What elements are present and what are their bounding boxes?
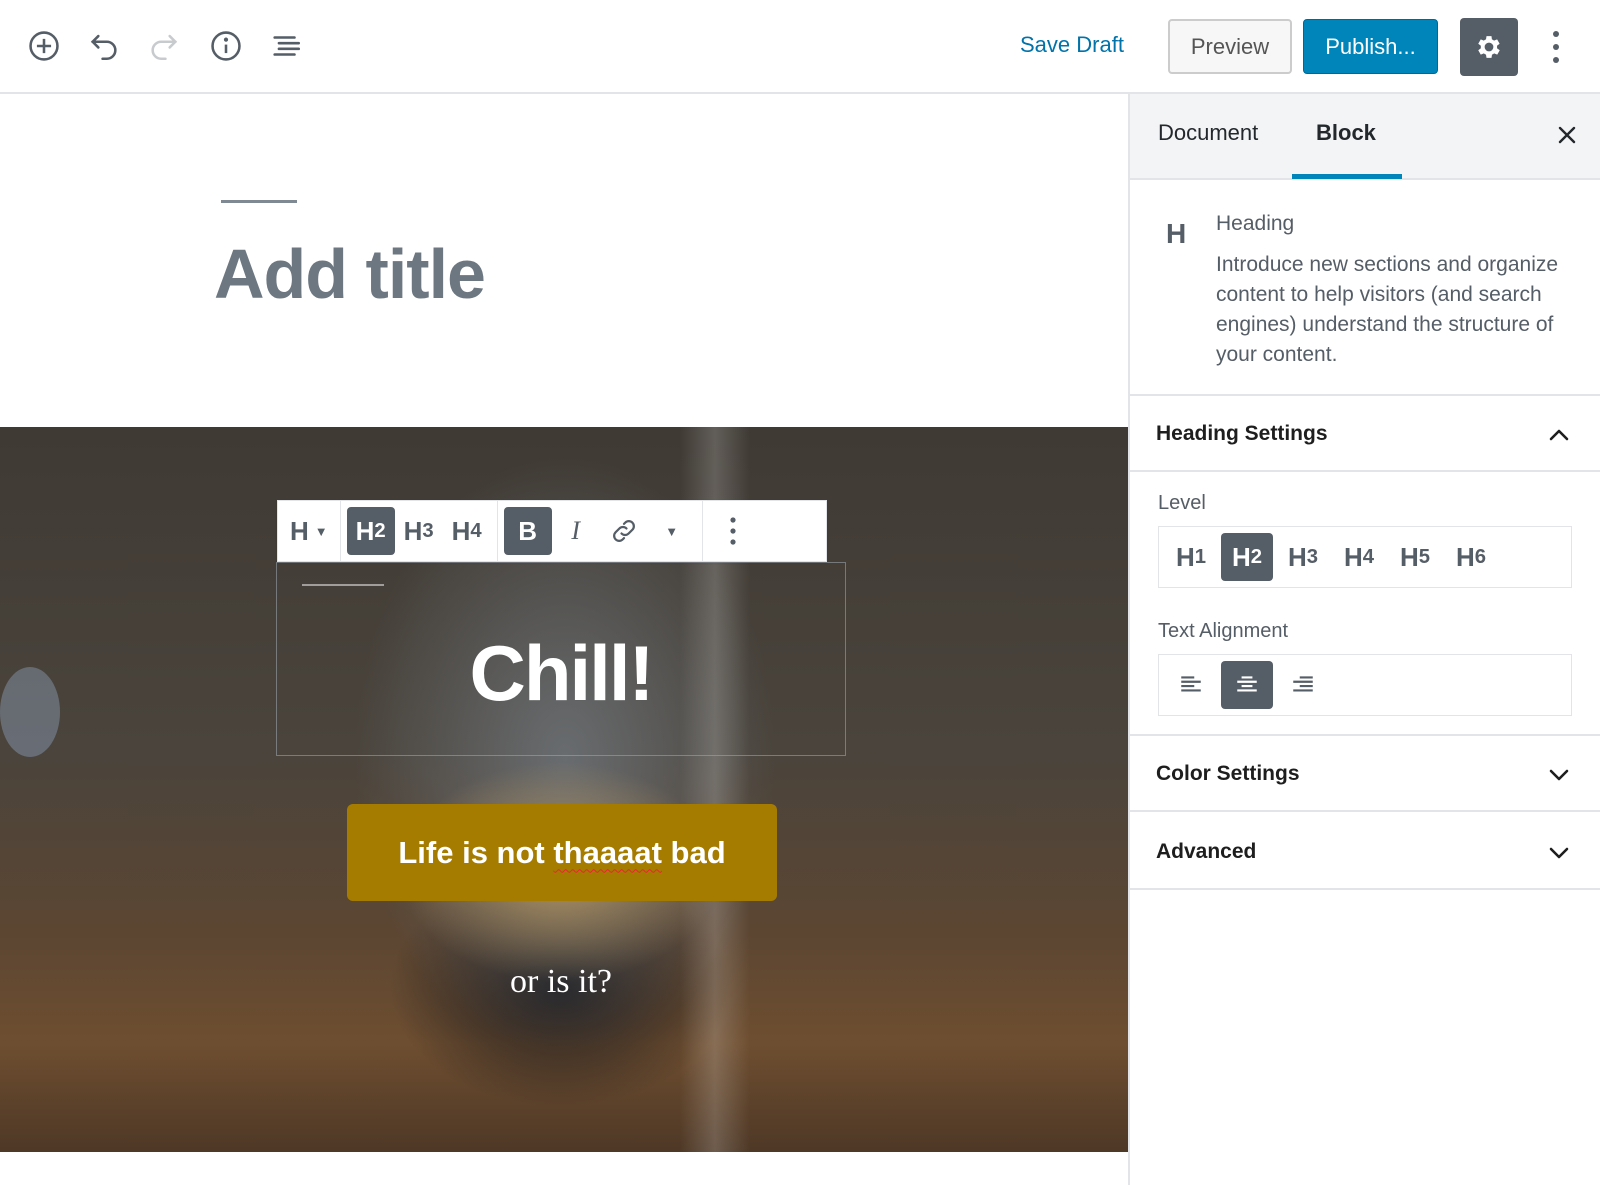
advanced-title: Advanced <box>1156 840 1257 863</box>
color-settings-panel-toggle[interactable]: Color Settings <box>1130 736 1600 812</box>
toolbar-h2-button[interactable]: H2 <box>346 507 395 555</box>
plus-circle-icon[interactable] <box>24 26 64 66</box>
save-draft-button[interactable]: Save Draft <box>1020 32 1124 58</box>
level-h2-button[interactable]: H2 <box>1221 533 1273 581</box>
redo-icon[interactable] <box>144 26 184 66</box>
active-tab-indicator <box>1292 174 1402 179</box>
editor-header: Save Draft Preview Publish... <box>0 0 1600 94</box>
align-center-button[interactable] <box>1221 661 1273 709</box>
text-alignment-label: Text Alignment <box>1158 620 1289 642</box>
sidebar-tabs: Document Block <box>1130 94 1600 180</box>
toolbar-h4-button[interactable]: H4 <box>443 507 491 555</box>
format-group: B I ▼ <box>498 501 703 561</box>
undo-icon[interactable] <box>84 26 124 66</box>
text-alignment-selector <box>1158 654 1572 716</box>
heading-block-icon: H <box>1166 218 1187 249</box>
heading-level-selector: H1 H2 H3 H4 H5 H6 <box>1158 526 1572 588</box>
tab-document[interactable]: Document <box>1158 120 1258 146</box>
cover-button[interactable]: Life is not thaaaat bad <box>347 804 777 901</box>
heading-settings-title: Heading Settings <box>1156 422 1328 445</box>
level-h3-button[interactable]: H3 <box>1277 533 1329 581</box>
heading-settings-panel-toggle[interactable]: Heading Settings <box>1130 396 1600 472</box>
cover-button-text-prefix: Life is not <box>398 834 554 870</box>
align-left-button[interactable] <box>1165 661 1217 709</box>
advanced-panel-toggle[interactable]: Advanced <box>1130 814 1600 890</box>
chevron-down-icon <box>1542 758 1576 792</box>
preview-button[interactable]: Preview <box>1168 19 1292 74</box>
settings-sidebar: Document Block H Heading Introduce new s… <box>1128 94 1600 1185</box>
level-h4-button[interactable]: H4 <box>1333 533 1385 581</box>
block-more-button[interactable] <box>709 507 757 555</box>
publish-button[interactable]: Publish... <box>1303 19 1438 74</box>
block-card-title: Heading <box>1216 212 1295 235</box>
post-title-input[interactable]: Add title <box>214 234 486 314</box>
cover-button-text-misspelled: thaaaat <box>553 834 662 870</box>
close-icon <box>1558 126 1576 144</box>
align-left-icon <box>1181 676 1201 692</box>
align-right-button[interactable] <box>1277 661 1329 709</box>
block-card-description: Introduce new sections and organize cont… <box>1216 253 1559 366</box>
more-formats-button[interactable]: ▼ <box>648 507 696 555</box>
tab-block[interactable]: Block <box>1316 120 1376 146</box>
settings-button[interactable] <box>1460 18 1518 76</box>
block-toolbar: H ▼ H2 H3 H4 B I ▼ <box>277 500 827 562</box>
align-center-icon <box>1237 676 1257 692</box>
align-right-icon <box>1293 676 1313 692</box>
chevron-down-icon <box>1542 836 1576 870</box>
gear-icon <box>1478 36 1500 58</box>
vertical-ellipsis-icon <box>1553 31 1559 63</box>
chevron-down-icon: ▼ <box>665 523 679 539</box>
cover-background-blur <box>0 667 60 757</box>
level-label: Level <box>1158 492 1206 514</box>
list-icon[interactable] <box>266 26 306 66</box>
bold-button[interactable]: B <box>503 507 552 555</box>
level-h5-button[interactable]: H5 <box>1389 533 1441 581</box>
title-divider <box>221 200 297 203</box>
color-settings-title: Color Settings <box>1156 762 1300 785</box>
block-card: H Heading Introduce new sections and org… <box>1130 182 1600 396</box>
cover-heading[interactable]: Chill! <box>276 628 846 719</box>
heading-block-divider <box>302 584 384 586</box>
chevron-up-icon <box>1542 418 1576 452</box>
link-icon <box>612 520 635 542</box>
cover-button-text-suffix: bad <box>661 834 726 870</box>
italic-button[interactable]: I <box>552 507 600 555</box>
info-icon[interactable] <box>206 26 246 66</box>
heading-settings-body: Level H1 H2 H3 H4 H5 H6 Text Alignment <box>1130 472 1600 736</box>
vertical-ellipsis-icon <box>730 517 736 545</box>
link-button[interactable] <box>600 507 648 555</box>
more-menu-button[interactable] <box>1540 22 1572 72</box>
caret-down-icon: ▼ <box>314 523 328 539</box>
level-h6-button[interactable]: H6 <box>1445 533 1497 581</box>
toolbar-h3-button[interactable]: H3 <box>395 507 443 555</box>
level-h1-button[interactable]: H1 <box>1165 533 1217 581</box>
block-type-switcher[interactable]: H ▼ <box>284 507 334 555</box>
heading-block-icon: H <box>290 515 309 546</box>
block-more-group <box>703 501 763 561</box>
close-sidebar-button[interactable] <box>1550 118 1584 152</box>
cover-subtext[interactable]: or is it? <box>276 963 846 1001</box>
block-type-switcher-group: H ▼ <box>278 501 341 561</box>
heading-level-group: H2 H3 H4 <box>341 501 498 561</box>
